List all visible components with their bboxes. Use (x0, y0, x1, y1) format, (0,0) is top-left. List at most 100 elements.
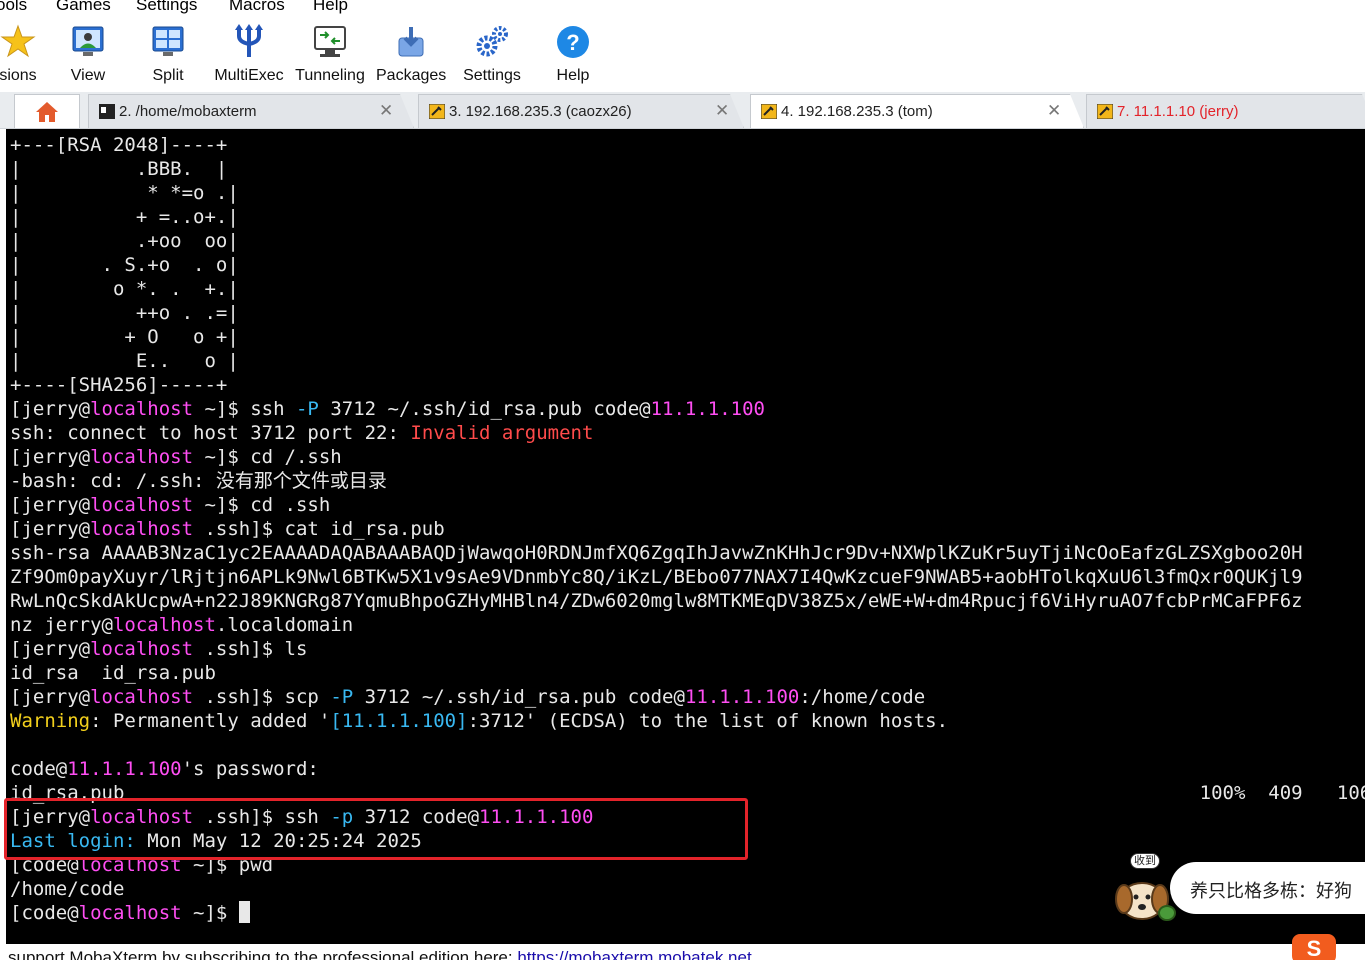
terminal-line: /home/code (10, 877, 124, 901)
close-icon[interactable]: ✕ (379, 101, 393, 121)
packages-button[interactable]: Packages (376, 22, 446, 88)
toolbar: sions View Split MultiExec Tunneling Pac… (0, 18, 1365, 92)
terminal-text: 11.1.1.100 (479, 806, 594, 828)
tunnel-monitor-icon (314, 26, 346, 57)
menu-help[interactable]: Help (313, 0, 348, 15)
terminal-line: | .+oo oo| (10, 229, 239, 253)
terminal-text: code@ (10, 758, 68, 780)
tab-tom[interactable]: 4. 192.168.235.3 (tom) ✕ (750, 94, 1084, 128)
terminal-text: +----[SHA256]-----+ (10, 374, 228, 396)
terminal-text: Zf9Om0payXuyr/lRjtjn6APLk9Nwl6BTKw5X1v9s… (10, 566, 1303, 588)
terminal-text: ssh: connect to host 3712 port 22: (10, 422, 411, 444)
user-screen-icon (72, 26, 104, 56)
terminal-line: | * *=o .| (10, 181, 239, 205)
terminal-text: | o *. . +.| (10, 278, 239, 300)
terminal-line: | . S.+o . o| (10, 253, 239, 277)
settings-button[interactable]: Settings (460, 22, 524, 88)
terminal-text: nz jerry@ (10, 614, 113, 636)
packages-label: Packages (376, 67, 447, 84)
terminal-line: [jerry@localhost .ssh]$ ls (10, 637, 307, 661)
terminal-text: +---[RSA 2048]----+ (10, 134, 228, 156)
home-tab[interactable] (14, 94, 80, 128)
terminal-text: [jerry@ (10, 398, 91, 420)
terminal-text: Last login: (10, 830, 136, 852)
tab-jerry[interactable]: 7. 11.1.1.10 (jerry) (1086, 94, 1365, 128)
terminal-text: .ssh]$ scp (193, 686, 331, 708)
ssh-key-icon (429, 104, 445, 119)
terminal-text: 11.1.1.100 (684, 686, 800, 708)
terminal-text: ~]$ pwd (181, 854, 274, 876)
terminal-line: [jerry@localhost ~]$ cd .ssh (10, 493, 330, 517)
tunneling-button[interactable]: Tunneling (290, 22, 370, 88)
terminal-output[interactable]: +---[RSA 2048]----+ | .BBB. | | * *=o .| | … (6, 129, 1365, 944)
terminal-text: [jerry@ (10, 638, 91, 660)
terminal-line: [jerry@localhost ~]$ ssh -P 3712 ~/.ssh/… (10, 397, 765, 421)
tab-home-mobaxterm[interactable]: 2. /home/mobaxterm ✕ (88, 94, 414, 128)
split-window-icon (152, 26, 184, 56)
terminal-text: ~]$ ssh (193, 398, 296, 420)
menu-games[interactable]: Games (56, 0, 111, 15)
sogou-ime-icon[interactable]: S (1292, 934, 1336, 960)
terminal-text: | + O o +| (10, 326, 239, 348)
sessions-label: sions (0, 67, 37, 84)
fork-icon (235, 24, 263, 57)
terminal-text: -P (330, 686, 354, 708)
ad-bubble[interactable]: 养只比格多栋：好狗 (1170, 862, 1365, 914)
terminal-text: 11.1.1.100 (650, 398, 765, 420)
terminal-cursor (238, 901, 250, 923)
terminal-line: Warning: Permanently added '[11.1.1.100]… (10, 709, 948, 733)
tab-bar: 2. /home/mobaxterm ✕ 3. 192.168.235.3 (c… (0, 92, 1365, 129)
help-button[interactable]: ? Help (545, 22, 601, 88)
menu-settings[interactable]: Settings (136, 0, 197, 15)
menu-bar: ools Games Settings Macros Help (0, 0, 1365, 18)
terminal-line: id_rsa.pub 100% 409 106.6KB/s (10, 781, 1365, 805)
terminal-line: ssh: connect to host 3712 port 22: Inval… (10, 421, 593, 445)
terminal-line: nz jerry@localhost.localdomain (10, 613, 353, 637)
terminal-text: | ++o . .=| (10, 302, 239, 324)
tab-label: 7. 11.1.1.10 (jerry) (1117, 103, 1239, 120)
mobaxterm-link[interactable]: https://mobaxterm.mobatek.net (517, 948, 751, 960)
status-bar: support MobaXterm by subscribing to the … (0, 944, 1365, 960)
view-label: View (70, 67, 106, 84)
terminal-text: [jerry@ (10, 686, 91, 708)
view-button[interactable]: View (60, 22, 116, 88)
terminal-line: | .BBB. | (10, 157, 227, 181)
terminal-text: localhost (90, 518, 194, 540)
ad-text: 养只比格多栋：好狗 (1190, 881, 1352, 901)
tab-label: 4. 192.168.235.3 (tom) (781, 103, 933, 120)
terminal-line: | o *. . +.| (10, 277, 239, 301)
terminal-text: -p (330, 806, 354, 828)
terminal-text: | .+oo oo| (10, 230, 239, 252)
terminal-text: Mon May 12 20:25:24 2025 (135, 830, 422, 852)
terminal-text: ssh-rsa AAAAB3NzaC1yc2EAAAADAQABAAABAQDj… (10, 542, 1303, 564)
multiexec-button[interactable]: MultiExec (212, 22, 286, 88)
ad-badge: 收到 (1130, 853, 1160, 869)
menu-tools[interactable]: ools (0, 0, 27, 15)
menu-macros[interactable]: Macros (229, 0, 285, 15)
tab-caozx26[interactable]: 3. 192.168.235.3 (caozx26) ✕ (418, 94, 744, 128)
close-icon[interactable]: ✕ (715, 101, 729, 121)
terminal-text: localhost (78, 902, 182, 924)
split-button[interactable]: Split (140, 22, 196, 88)
terminal-text: Invalid argument (410, 422, 594, 444)
tab-label: 2. /home/mobaxterm (119, 103, 257, 120)
terminal-text: localhost (90, 806, 194, 828)
terminal-text: localhost (90, 398, 194, 420)
close-icon[interactable]: ✕ (1047, 101, 1061, 121)
terminal-line: [jerry@localhost .ssh]$ cat id_rsa.pub (10, 517, 445, 541)
terminal-line: Last login: Mon May 12 20:25:24 2025 (10, 829, 422, 853)
terminal-line: [code@localhost ~]$ (10, 901, 250, 925)
package-icon (398, 27, 424, 57)
notification-popup[interactable]: 收到 养只比格多栋：好狗 (1112, 853, 1365, 923)
split-label: Split (152, 67, 184, 84)
terminal-icon (99, 104, 115, 119)
terminal-text: .ssh]$ ssh (193, 806, 331, 828)
sessions-button[interactable]: sions (0, 22, 46, 88)
terminal-text: .ssh]$ cat id_rsa.pub (193, 518, 445, 540)
tab-label: 3. 192.168.235.3 (caozx26) (449, 103, 632, 120)
terminal-text: [jerry@ (10, 518, 91, 540)
terminal-text: | . S.+o . o| (10, 254, 239, 276)
terminal-text: [jerry@ (10, 494, 91, 516)
terminal-text: RwLnQcSkdAkUcpwA+n22J89KNGRg87YqmuBhpoGZ… (10, 590, 1303, 612)
terminal-line: [jerry@localhost .ssh]$ ssh -p 3712 code… (10, 805, 593, 829)
